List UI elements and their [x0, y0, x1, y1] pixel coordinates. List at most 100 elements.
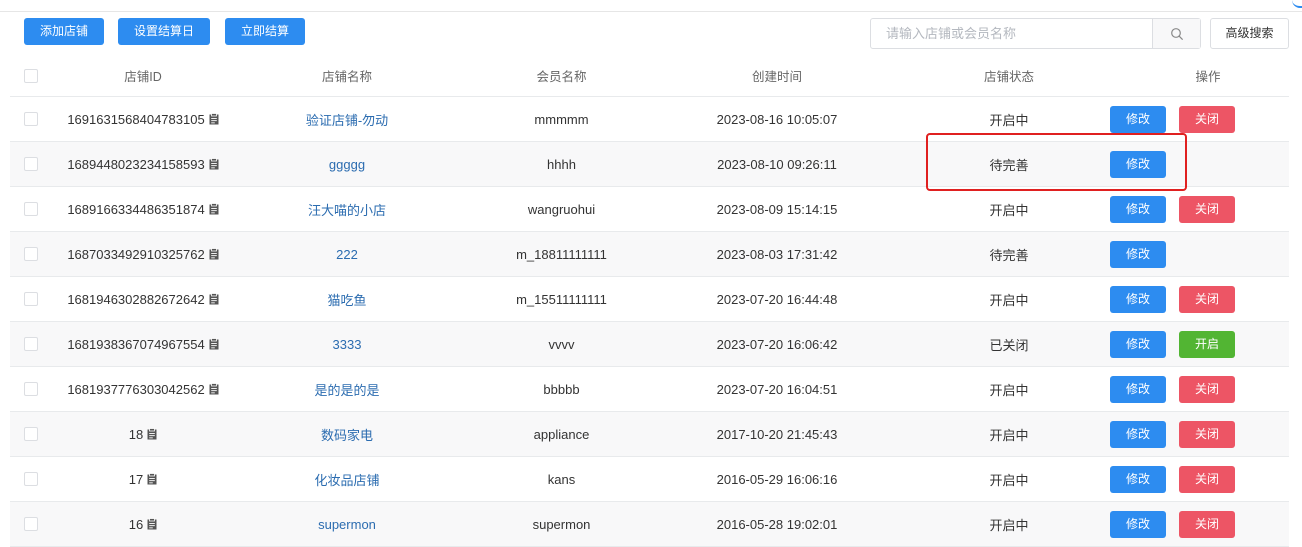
store-name-link[interactable]: 汪大喵的小店 — [308, 200, 386, 219]
store-id: 1689448023234158593 — [67, 156, 205, 172]
store-name-link[interactable]: 222 — [336, 247, 358, 262]
advanced-search-button[interactable]: 高级搜索 — [1210, 18, 1289, 49]
table-row: 1689166334486351874 汪大喵的小店 wangruohui 2023-… — [10, 187, 1289, 232]
store-id: 17 — [128, 471, 144, 487]
search-button[interactable] — [1152, 19, 1200, 48]
member-name: m_15511111111 — [516, 291, 607, 307]
store-name-link[interactable]: 化妆品店铺 — [314, 470, 379, 489]
close-button[interactable]: 关闭 — [1179, 286, 1235, 313]
clipboard-icon[interactable] — [147, 518, 157, 530]
header-store-name: 店铺名称 — [321, 70, 372, 84]
table-row: 18 数码家电 appliance 2017-10-20 21:45:43 开启中 修改关… — [10, 412, 1289, 457]
settle-now-button[interactable]: 立即结算 — [225, 18, 305, 45]
select-all-checkbox[interactable] — [24, 68, 38, 83]
store-id: 1687033492910325762 — [67, 246, 205, 262]
row-checkbox[interactable] — [24, 382, 38, 396]
row-checkbox[interactable] — [24, 202, 38, 216]
store-id: 16 — [128, 516, 144, 532]
clipboard-icon[interactable] — [209, 248, 219, 260]
store-id: 18 — [128, 426, 144, 442]
header-created-time: 创建时间 — [751, 70, 802, 84]
table-row: 17 化妆品店铺 kans 2016-05-29 16:06:16 开启中 修改 关闭 — [10, 457, 1289, 502]
created-time: 2023-07-20 16:06:42 — [716, 336, 838, 352]
header-member-name: 会员名称 — [536, 70, 587, 84]
store-status: 开启中 — [989, 382, 1029, 398]
store-name-link[interactable]: 数码家电 — [321, 425, 373, 444]
store-status: 开启中 — [989, 427, 1029, 443]
store-status: 开启中 — [989, 517, 1029, 533]
edit-button[interactable]: 修改 — [1110, 196, 1166, 223]
add-store-button[interactable]: 添加店铺 — [24, 18, 104, 45]
row-checkbox[interactable] — [24, 157, 38, 171]
edit-button[interactable]: 修改 — [1110, 106, 1166, 133]
clipboard-icon[interactable] — [209, 158, 219, 170]
highlight-box — [926, 133, 1187, 191]
edit-button[interactable]: 修改 — [1110, 286, 1166, 313]
close-button[interactable]: 关闭 — [1179, 106, 1235, 133]
row-checkbox[interactable] — [24, 472, 38, 486]
open-button[interactable]: 开启 — [1179, 331, 1235, 358]
created-time: 2023-07-20 16:44:48 — [716, 291, 838, 307]
member-name: bbbbb — [543, 381, 580, 397]
store-status: 开启中 — [989, 202, 1029, 218]
clipboard-icon[interactable] — [209, 113, 219, 125]
store-name-link[interactable]: 3333 — [333, 337, 362, 352]
set-settlement-day-button[interactable]: 设置结算日 — [118, 18, 210, 45]
created-time: 2023-08-09 15:14:15 — [716, 201, 838, 217]
clipboard-icon[interactable] — [209, 383, 219, 395]
store-id: 1689166334486351874 — [67, 201, 205, 217]
clipboard-icon[interactable] — [209, 293, 219, 305]
close-button[interactable]: 关闭 — [1179, 421, 1235, 448]
search-input[interactable] — [871, 19, 1152, 48]
created-time: 2023-07-20 16:04:51 — [716, 381, 838, 397]
row-checkbox[interactable] — [24, 517, 38, 531]
header-store-status: 店铺状态 — [983, 70, 1034, 84]
clipboard-icon[interactable] — [209, 338, 219, 350]
clipboard-icon[interactable] — [209, 203, 219, 215]
store-status: 开启中 — [989, 472, 1029, 488]
row-checkbox[interactable] — [24, 337, 38, 351]
table-row: 1687033492910325762 222 m_18811111111 2023-… — [10, 232, 1289, 277]
member-name: m_18811111111 — [516, 246, 607, 262]
created-time: 2023-08-16 10:05:07 — [716, 111, 838, 127]
edit-button[interactable]: 修改 — [1110, 511, 1166, 538]
store-name-link[interactable]: supermon — [318, 517, 376, 532]
header-operations: 操作 — [1195, 70, 1221, 84]
store-name-link[interactable]: ggggg — [329, 157, 365, 172]
edit-button[interactable]: 修改 — [1110, 376, 1166, 403]
member-name: vvvv — [548, 336, 575, 352]
member-name: wangruohui — [527, 201, 596, 217]
store-status: 开启中 — [989, 112, 1029, 128]
store-status: 待完善 — [989, 247, 1029, 263]
close-button[interactable]: 关闭 — [1179, 196, 1235, 223]
top-divider — [0, 0, 1302, 12]
store-id: 1681938367074967554 — [67, 336, 205, 352]
edit-button[interactable]: 修改 — [1110, 241, 1166, 268]
search-icon — [1170, 27, 1183, 40]
header-store-id: 店铺ID — [124, 70, 162, 84]
store-status: 已关闭 — [989, 337, 1029, 353]
created-time: 2016-05-29 16:06:16 — [716, 471, 838, 487]
row-checkbox[interactable] — [24, 427, 38, 441]
search-box — [870, 18, 1201, 49]
store-name-link[interactable]: 猫吃鱼 — [327, 290, 366, 309]
store-name-link[interactable]: 是的是的是 — [314, 380, 379, 399]
created-time: 2016-05-28 19:02:01 — [716, 516, 838, 532]
close-button[interactable]: 关闭 — [1179, 511, 1235, 538]
row-checkbox[interactable] — [24, 112, 38, 126]
row-checkbox[interactable] — [24, 247, 38, 261]
store-id: 1691631568404783105 — [67, 111, 205, 127]
member-name: kans — [547, 471, 576, 487]
close-button[interactable]: 关闭 — [1179, 376, 1235, 403]
edit-button[interactable]: 修改 — [1110, 331, 1166, 358]
edit-button[interactable]: 修改 — [1110, 421, 1166, 448]
row-checkbox[interactable] — [24, 292, 38, 306]
store-id: 1681937776303042562 — [67, 381, 205, 397]
table-row: 16 supermon supermon 2016-05-28 19:02:01 开启中… — [10, 502, 1289, 547]
close-button[interactable]: 关闭 — [1179, 466, 1235, 493]
store-name-link[interactable]: 验证店铺-勿动 — [306, 110, 388, 129]
edit-button[interactable]: 修改 — [1110, 466, 1166, 493]
clipboard-icon[interactable] — [147, 428, 157, 440]
created-time: 2023-08-10 09:26:11 — [717, 156, 837, 172]
clipboard-icon[interactable] — [147, 473, 157, 485]
